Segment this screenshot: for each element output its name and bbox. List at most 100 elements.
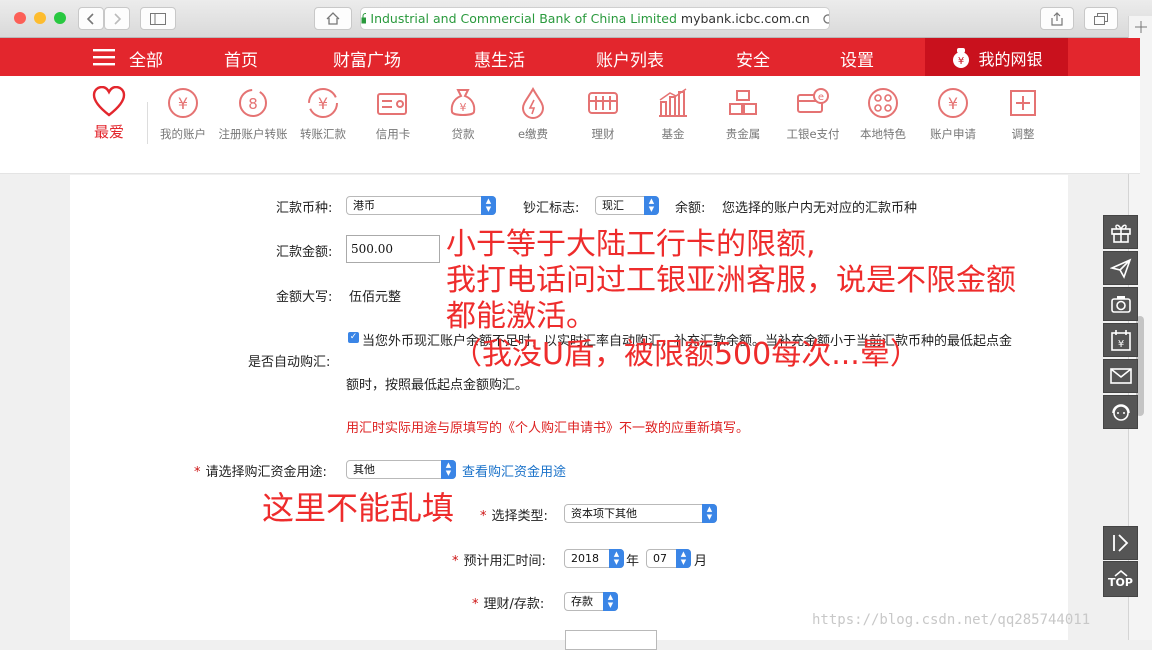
calendar-button[interactable]: ¥	[1103, 323, 1138, 357]
nav-wealth-plaza[interactable]: 财富广场	[333, 46, 401, 71]
minimize-window-button[interactable]	[34, 12, 46, 24]
tabs-icon	[1094, 12, 1108, 25]
amount-label: 汇款金额:	[276, 245, 333, 260]
amount-input[interactable]	[346, 235, 440, 263]
my-bank-button[interactable]: ¥ 我的网银	[925, 38, 1068, 78]
chevron-right-icon	[114, 12, 122, 25]
nav-all[interactable]: 全部	[129, 46, 163, 71]
abacus-icon	[588, 92, 618, 114]
zoom-window-button[interactable]	[54, 12, 66, 24]
auto-buy-text-line2: 额时，按照最低起点金额购汇。	[346, 378, 529, 393]
purpose-value: 其他	[353, 463, 375, 476]
customer-service-button[interactable]	[1103, 395, 1138, 429]
camera-icon	[1110, 296, 1131, 313]
year-select[interactable]: 2018 ▲ ▼	[564, 549, 624, 568]
svg-text:¥: ¥	[178, 94, 188, 113]
shortcut-my-account[interactable]: ¥ 我的账户	[148, 86, 218, 143]
reload-icon[interactable]	[822, 13, 829, 25]
svg-text:e: e	[818, 92, 824, 103]
url-organization: Industrial and Commercial Bank of China …	[370, 11, 677, 26]
nav-security[interactable]: 安全	[736, 46, 770, 71]
nav-account-list[interactable]: 账户列表	[596, 46, 664, 71]
type-label: * 选择类型:	[480, 509, 548, 524]
annotation-limit-line1: 小于等于大陆工行卡的限额,	[446, 227, 816, 262]
shortcut-icon-bar: 最爱 ¥ 我的账户 8 注册账户转账 ¥ 转账汇款 信用卡 ¥ 贷款 e缴费 理…	[0, 76, 1140, 174]
shortcut-label: 调整	[1011, 127, 1035, 141]
chevron-left-icon	[86, 12, 94, 25]
shortcut-precious-metal[interactable]: 贵金属	[708, 86, 778, 143]
year-value: 2018	[571, 552, 599, 565]
yen-coin-icon: ¥	[168, 88, 198, 118]
back-to-top-label: TOP	[1108, 576, 1133, 589]
tabs-button[interactable]	[1084, 7, 1118, 30]
share-button[interactable]	[1040, 7, 1074, 30]
shortcut-credit-card[interactable]: 信用卡	[358, 86, 428, 143]
money-bag-icon: ¥	[450, 89, 476, 116]
shortcut-label: 信用卡	[375, 127, 411, 141]
sidebar-button[interactable]	[140, 7, 176, 30]
cash-flag-select[interactable]: 现汇 ▲ ▼	[595, 196, 659, 215]
back-to-top-button[interactable]: TOP	[1103, 561, 1138, 597]
select-arrows-icon: ▲ ▼	[644, 196, 659, 215]
shortcut-loan[interactable]: ¥ 贷款	[428, 86, 498, 143]
credit-card-icon	[377, 93, 407, 115]
gift-button[interactable]	[1103, 215, 1138, 249]
currency-select[interactable]: 港币 ▲ ▼	[346, 196, 496, 215]
shortcut-wealth-management[interactable]: 理财	[568, 86, 638, 143]
shortcut-fund[interactable]: 基金	[638, 86, 708, 143]
month-select[interactable]: 07 ▲ ▼	[646, 549, 691, 568]
nav-settings[interactable]: 设置	[840, 46, 874, 71]
hamburger-menu-icon	[93, 49, 115, 66]
camera-button[interactable]	[1103, 287, 1138, 321]
bar-chart-icon	[659, 88, 687, 117]
shortcut-account-apply[interactable]: ¥ 账户申请	[918, 86, 988, 143]
shortcut-local-feature[interactable]: 本地特色	[848, 86, 918, 143]
forward-button[interactable]	[104, 7, 130, 30]
gift-icon	[1110, 224, 1131, 243]
mail-icon	[1109, 368, 1132, 384]
collapse-toolbar-button[interactable]	[1103, 526, 1138, 560]
shortcut-label: 贷款	[451, 127, 475, 141]
partial-input[interactable]	[565, 630, 657, 650]
url-domain: mybank.icbc.com.cn	[680, 11, 810, 26]
droplet-bolt-icon	[521, 86, 545, 119]
favorite-shortcut[interactable]: 最爱	[74, 86, 144, 141]
send-button[interactable]	[1103, 251, 1138, 285]
month-unit: 月	[694, 554, 708, 569]
month-value: 07	[653, 552, 667, 565]
close-window-button[interactable]	[14, 12, 26, 24]
select-arrows-icon: ▲ ▼	[702, 504, 717, 523]
shortcut-label: 本地特色	[860, 127, 906, 141]
finance-select[interactable]: 存款 ▲ ▼	[564, 592, 618, 611]
purpose-select[interactable]: 其他 ▲ ▼	[346, 460, 456, 479]
home-button[interactable]	[314, 7, 352, 30]
my-bank-label: 我的网银	[978, 50, 1043, 69]
svg-text:¥: ¥	[318, 94, 328, 113]
select-arrows-icon: ▲ ▼	[676, 549, 691, 568]
auto-buy-checkbox[interactable]: ✓	[348, 332, 359, 343]
type-value: 资本项下其他	[571, 507, 637, 520]
browser-toolbar: Industrial and Commercial Bank of China …	[0, 0, 1152, 38]
favorite-label: 最爱	[93, 123, 124, 141]
shortcut-registered-transfer[interactable]: 8 注册账户转账	[218, 86, 288, 143]
nav-benefit-life[interactable]: 惠生活	[474, 46, 525, 71]
address-bar[interactable]: Industrial and Commercial Bank of China …	[360, 7, 830, 30]
nav-home[interactable]: 首页	[224, 46, 258, 71]
transfer-coin-icon: 8	[239, 89, 267, 117]
svg-text:¥: ¥	[958, 56, 964, 67]
mail-button[interactable]	[1103, 359, 1138, 393]
menu-button[interactable]	[93, 48, 115, 70]
type-select[interactable]: 资本项下其他 ▲ ▼	[564, 504, 717, 523]
heart-icon	[92, 86, 126, 117]
shortcut-e-payment[interactable]: e缴费	[498, 86, 568, 143]
back-button[interactable]	[78, 7, 104, 30]
shortcut-icbc-epay[interactable]: e 工银e支付	[778, 86, 848, 143]
shortcut-adjust[interactable]: 调整	[988, 86, 1058, 143]
shortcut-transfer-remit[interactable]: ¥ 转账汇款	[288, 86, 358, 143]
view-purpose-link[interactable]: 查看购汇资金用途	[462, 461, 566, 480]
new-tab-icon[interactable]	[1129, 16, 1152, 38]
annotation-limit-line2: 我打电话问过工银亚洲客服，说是不限金额	[446, 263, 1016, 298]
date-label: * 预计用汇时间:	[452, 554, 546, 569]
lock-icon	[361, 13, 367, 24]
amount-caps-value: 伍佰元整	[349, 290, 402, 305]
